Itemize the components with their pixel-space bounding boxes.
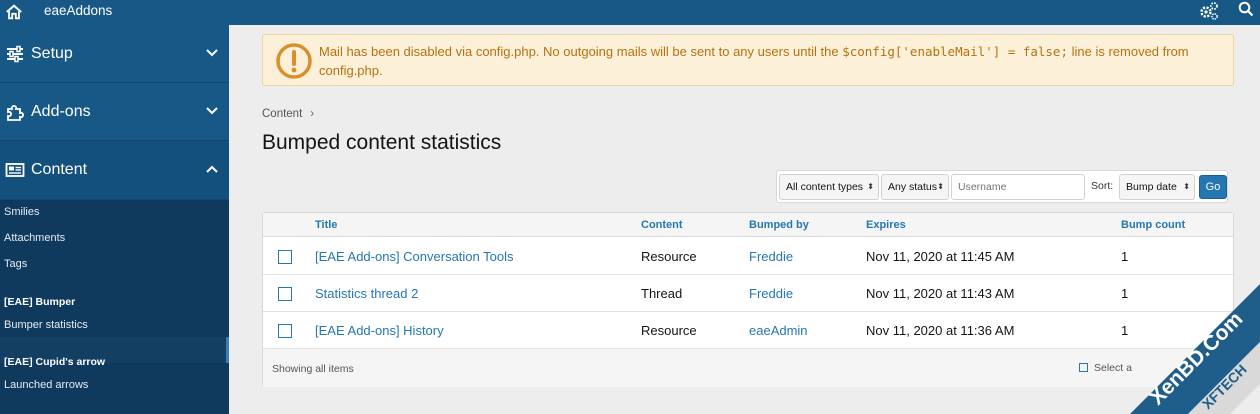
chevron-down-icon: [206, 49, 218, 57]
sidebar-group-bumper: [EAE] Bumper: [4, 296, 76, 308]
row-checkbox[interactable]: [278, 287, 292, 301]
go-button[interactable]: Go: [1199, 175, 1227, 199]
sidebar-section-setup[interactable]: Setup: [0, 25, 229, 83]
chevron-down-icon: [206, 107, 218, 115]
home-icon[interactable]: [5, 3, 23, 21]
row-expires: Nov 11, 2020 at 11:43 AM: [866, 286, 1015, 301]
page-title: Bumped content statistics: [262, 131, 502, 154]
newspaper-icon: [5, 163, 25, 177]
mail-disabled-alert: Mail has been disabled via config.php. N…: [262, 34, 1234, 86]
sidebar-item-launched-arrows[interactable]: Launched arrows: [4, 378, 88, 392]
table-row: [EAE Add-ons] Conversation Tools Resourc…: [263, 238, 1233, 275]
breadcrumb: Content ›: [262, 108, 314, 120]
row-user-link[interactable]: Freddie: [749, 286, 793, 301]
row-checkbox[interactable]: [278, 324, 292, 338]
sidebar-section-content[interactable]: Content: [0, 141, 229, 200]
sort-select[interactable]: Bump date ⬍: [1119, 174, 1195, 200]
sidebar: Setup Add-ons Content Smilies Attachment…: [0, 25, 229, 414]
sliders-icon: [7, 45, 23, 63]
sidebar-item-attachments[interactable]: Attachments: [4, 231, 65, 245]
sidebar-section-label: Setup: [31, 45, 73, 62]
row-checkbox[interactable]: [278, 250, 292, 264]
row-title-link[interactable]: Statistics thread 2: [315, 286, 418, 301]
app-name[interactable]: eaeAddons: [44, 2, 112, 20]
alert-message: Mail has been disabled via config.php. N…: [319, 44, 1189, 78]
select-arrows-icon: ⬍: [937, 182, 944, 191]
sort-label: Sort:: [1091, 180, 1114, 192]
warning-icon: [276, 43, 312, 79]
column-header-bump-count[interactable]: Bump count: [1121, 219, 1185, 231]
row-title-link[interactable]: [EAE Add-ons] History: [315, 323, 444, 338]
sidebar-section-label: Add-ons: [31, 103, 91, 120]
breadcrumb-separator-icon: ›: [310, 108, 315, 120]
status-select[interactable]: Any status ⬍: [881, 174, 949, 200]
column-header-title[interactable]: Title: [315, 219, 337, 231]
select-arrows-icon: ⬍: [1183, 182, 1190, 191]
row-bump-count: 1: [1121, 249, 1129, 264]
chevron-up-icon: [206, 165, 218, 173]
row-content-type: Thread: [641, 286, 683, 301]
top-bar: eaeAddons: [0, 0, 1260, 25]
row-expires: Nov 11, 2020 at 11:36 AM: [866, 323, 1015, 338]
showing-all-items: Showing all items: [272, 363, 354, 375]
column-header-bumped-by[interactable]: Bumped by: [749, 219, 809, 231]
column-header-content[interactable]: Content: [641, 219, 683, 231]
row-user-link[interactable]: eaeAdmin: [749, 323, 808, 338]
table-header: Title Content Bumped by Expires Bump cou…: [263, 213, 1233, 237]
row-user-link[interactable]: Freddie: [749, 249, 793, 264]
username-input[interactable]: [951, 174, 1085, 200]
sidebar-item-tags[interactable]: Tags: [4, 257, 27, 271]
sidebar-section-addons[interactable]: Add-ons: [0, 83, 229, 141]
breadcrumb-content-link[interactable]: Content: [262, 108, 302, 120]
sidebar-item-smilies[interactable]: Smilies: [4, 205, 39, 219]
select-arrows-icon: ⬍: [867, 182, 874, 191]
sidebar-section-label: Content: [31, 161, 88, 178]
filter-bar: All content types⬍ Any status⬍ Sort: Bum…: [776, 170, 1228, 203]
row-expires: Nov 11, 2020 at 11:45 AM: [866, 249, 1015, 264]
watermark-ribbon: XenBD.Com XFTECH: [1130, 284, 1260, 414]
row-title-link[interactable]: [EAE Add-ons] Conversation Tools: [315, 249, 514, 264]
row-content-type: Resource: [641, 249, 697, 264]
sidebar-group-cupids-arrow: [EAE] Cupid's arrow: [4, 356, 106, 368]
cogs-icon[interactable]: [1198, 0, 1220, 22]
sidebar-item-bumper-statistics[interactable]: Bumper statistics: [4, 318, 88, 332]
puzzle-icon: [7, 105, 24, 121]
content-type-select[interactable]: All content types ⬍: [779, 174, 879, 200]
column-header-expires[interactable]: Expires: [866, 219, 906, 231]
row-content-type: Resource: [641, 323, 697, 338]
search-icon[interactable]: [1238, 1, 1254, 17]
